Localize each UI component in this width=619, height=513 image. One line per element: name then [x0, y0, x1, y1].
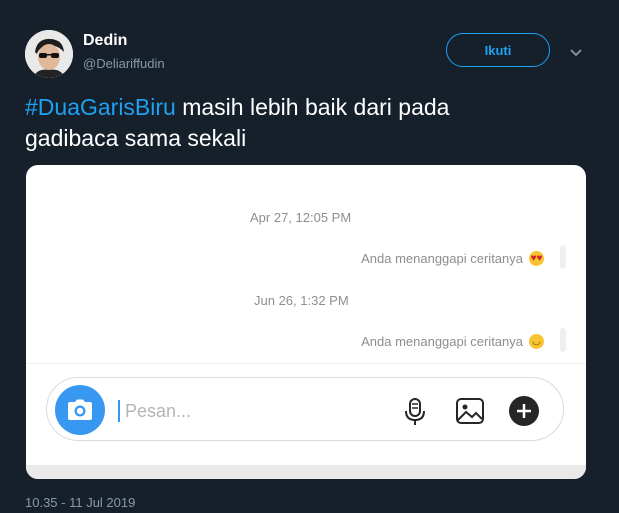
- tweet-media-screenshot[interactable]: Apr 27, 12:05 PM Anda menanggapi ceritan…: [26, 165, 586, 479]
- tweet-timestamp[interactable]: 10.35 - 11 Jul 2019: [25, 495, 135, 510]
- story-reply-text: Anda menanggapi ceritanya: [361, 334, 523, 349]
- media-bottom-band: [26, 465, 586, 479]
- story-reply-row: Anda menanggapi ceritanya ♥♥: [361, 251, 544, 266]
- avatar[interactable]: [25, 30, 73, 78]
- story-reply-text: Anda menanggapi ceritanya: [361, 251, 523, 266]
- author-name[interactable]: Dedin: [83, 32, 127, 50]
- story-preview-bar: [560, 245, 566, 269]
- camera-icon: [68, 399, 92, 420]
- story-preview-bar: [560, 328, 566, 352]
- grinning-sweat-emoji-icon: ◡: [529, 334, 544, 349]
- story-reply-row: Anda menanggapi ceritanya ◡: [361, 334, 544, 349]
- image-icon[interactable]: [454, 395, 486, 427]
- text-caret: [118, 400, 120, 422]
- microphone-icon[interactable]: [399, 395, 431, 427]
- tweet-text-line2: gadibaca sama sekali: [25, 125, 247, 151]
- follow-button[interactable]: Ikuti: [446, 33, 550, 67]
- message-timestamp: Jun 26, 1:32 PM: [254, 293, 349, 308]
- camera-button[interactable]: [55, 385, 105, 435]
- tweet-text: #DuaGarisBiru masih lebih baik dari pada…: [25, 92, 595, 154]
- message-timestamp: Apr 27, 12:05 PM: [250, 210, 352, 225]
- chevron-down-icon[interactable]: [568, 44, 584, 60]
- message-input[interactable]: [123, 396, 367, 426]
- message-composer: [46, 377, 564, 441]
- heart-eyes-emoji-icon: ♥♥: [529, 251, 544, 266]
- plus-icon[interactable]: [508, 395, 540, 427]
- divider: [26, 363, 586, 364]
- author-handle[interactable]: @Deliariffudin: [83, 56, 165, 71]
- tweet-text-line1: masih lebih baik dari pada: [175, 94, 450, 120]
- hashtag-link[interactable]: #DuaGarisBiru: [25, 94, 176, 120]
